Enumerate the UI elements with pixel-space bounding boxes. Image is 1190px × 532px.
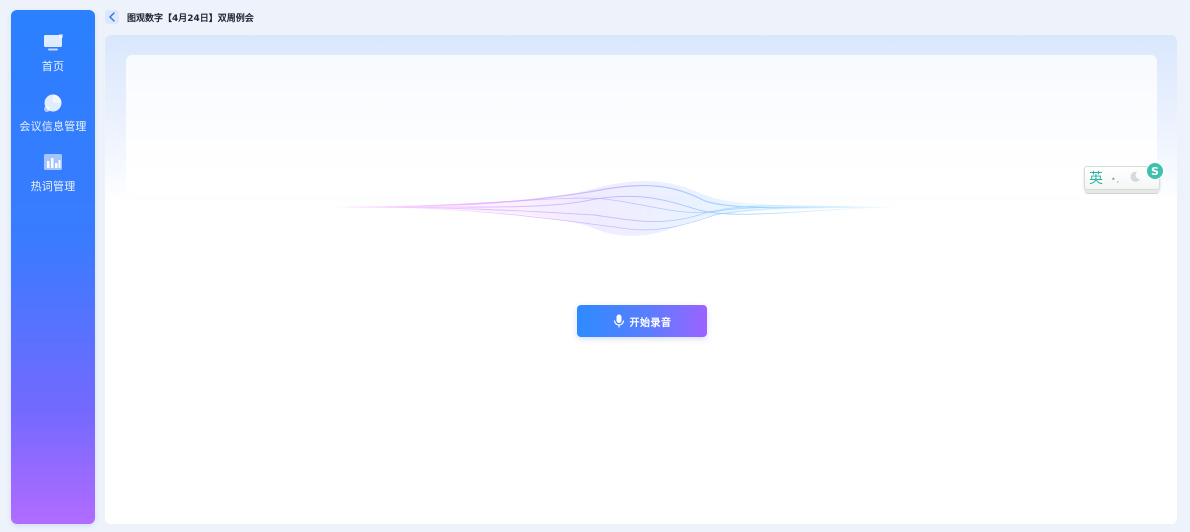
sidebar-item-hotwords[interactable]: 热词管理 xyxy=(11,152,95,194)
pie-chart-icon xyxy=(44,94,62,112)
start-recording-button[interactable]: 开始录音 xyxy=(577,305,707,337)
microphone-icon xyxy=(613,314,624,328)
sidebar-item-meeting-info[interactable]: 会议信息管理 xyxy=(11,92,95,134)
ime-logo-icon[interactable]: S xyxy=(1146,162,1164,180)
sidebar-item-label: 热词管理 xyxy=(30,180,76,193)
start-recording-label: 开始录音 xyxy=(629,317,672,329)
sidebar-item-home[interactable]: 首页 xyxy=(11,32,95,74)
voice-wave-graphic xyxy=(335,180,895,236)
moon-icon[interactable] xyxy=(1128,170,1142,184)
main-panel: 开始录音 xyxy=(105,35,1177,524)
bar-chart-icon xyxy=(44,154,62,170)
page-title: 图观数字【4月24日】双周例会 xyxy=(127,13,254,24)
sidebar-item-label: 会议信息管理 xyxy=(19,120,87,133)
header: 图观数字【4月24日】双周例会 xyxy=(105,9,254,25)
ime-punctuation-toggle[interactable]: •, xyxy=(1111,175,1120,184)
chevron-left-icon xyxy=(109,12,115,22)
ime-toolbar[interactable]: 英 •, S xyxy=(1084,162,1164,194)
back-button[interactable] xyxy=(105,10,119,24)
sidebar: 首页 会议信息管理 热词管理 xyxy=(11,10,95,524)
ime-logo-label: S xyxy=(1151,164,1159,178)
ime-language-toggle[interactable]: 英 xyxy=(1089,168,1103,188)
sidebar-item-label: 首页 xyxy=(41,60,65,73)
monitor-icon xyxy=(44,34,63,51)
